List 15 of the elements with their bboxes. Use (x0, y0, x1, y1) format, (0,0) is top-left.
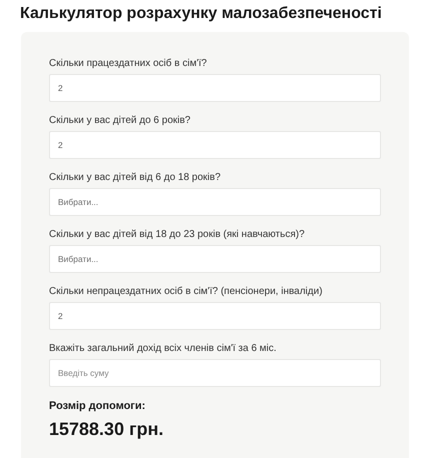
field-label: Скільки у вас дітей від 6 до 18 років? (49, 171, 221, 184)
page-title: Калькулятор розрахунку малозабезпеченості (19, 4, 382, 24)
field-label: Скільки працездатних осіб в сім'ї? (49, 57, 207, 70)
result-label: Розмір допомоги: (49, 399, 146, 413)
field-label: Скільки непрацездатних осіб в сім'ї? (пенсіонери, інваліди) (49, 285, 322, 298)
field-label: Скільки у вас дітей до 6 років? (49, 114, 190, 127)
select-field[interactable]: Вибрати... (49, 245, 381, 273)
result-amount: 15788.30 грн. (49, 418, 164, 440)
input-field[interactable]: Введіть суму (49, 359, 381, 387)
input-field[interactable]: 2 (49, 131, 381, 159)
input-field[interactable]: 2 (49, 302, 381, 330)
field-label: Вкажіть загальний дохід всіх членів сім'ї за 6 міс. (49, 342, 276, 355)
select-field[interactable]: Вибрати... (49, 188, 381, 216)
input-field[interactable]: 2 (49, 74, 381, 102)
field-label: Скільки у вас дітей від 18 до 23 років (які навчаються)? (49, 228, 305, 241)
